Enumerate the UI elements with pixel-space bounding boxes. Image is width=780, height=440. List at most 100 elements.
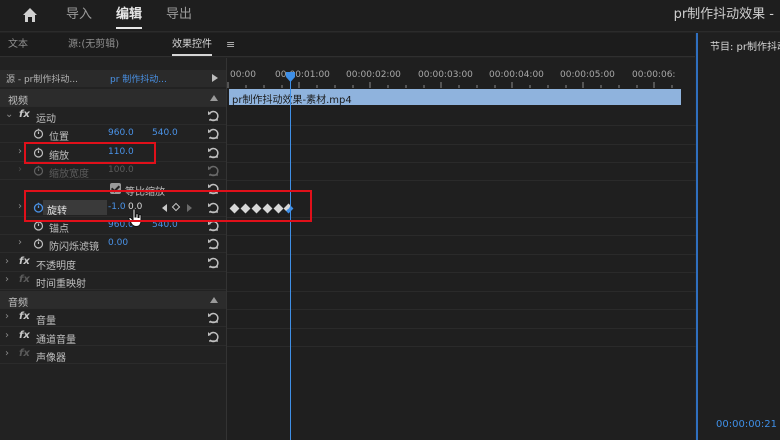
anchor-label: 锚点 bbox=[49, 224, 69, 235]
rotation-highlight-box bbox=[24, 190, 312, 222]
anti-flicker-property-row: › 防闪烁滤镜 0.00 bbox=[0, 235, 226, 253]
nav-export[interactable]: 导出 bbox=[166, 0, 192, 32]
time-remap-label: 时间重映射 bbox=[36, 279, 86, 290]
effect-timeline: 00:00 00:00:01:00 00:00:02:00 00:00:03:0… bbox=[226, 58, 696, 440]
ruler-tick-label: 00:00:06: bbox=[632, 70, 676, 80]
reset-icon[interactable] bbox=[207, 109, 220, 122]
motion-label: 运动 bbox=[36, 114, 56, 125]
reset-icon[interactable] bbox=[207, 256, 220, 269]
chevron-right-icon[interactable]: › bbox=[5, 348, 9, 359]
reset-icon[interactable] bbox=[207, 330, 220, 343]
track-separator bbox=[227, 309, 696, 310]
panner-label: 声像器 bbox=[36, 353, 66, 364]
stopwatch-icon[interactable] bbox=[33, 128, 44, 139]
ruler-tick-label: 00:00:03:00 bbox=[418, 70, 473, 80]
source-dropdown[interactable]: 源 - pr制作抖动... bbox=[6, 72, 78, 85]
nav-edit[interactable]: 编辑 bbox=[116, 0, 143, 32]
audio-header-label: 音频 bbox=[8, 298, 28, 309]
video-header-label: 视频 bbox=[8, 96, 28, 107]
chevron-right-icon[interactable]: › bbox=[18, 146, 22, 157]
position-x-value[interactable]: 960.0 bbox=[108, 128, 134, 138]
effect-controls-list: 源 - pr制作抖动... pr 制作抖动... 视频 ⌄ fx 运动 位置 9… bbox=[0, 58, 226, 440]
playhead-icon[interactable] bbox=[285, 72, 296, 82]
scale-highlight-box bbox=[24, 142, 156, 164]
chevron-right-icon[interactable]: › bbox=[5, 274, 9, 285]
video-section-header: 视频 bbox=[0, 89, 226, 107]
volume-effect-row[interactable]: › fx 音量 bbox=[0, 309, 226, 327]
fx-badge-icon[interactable]: fx bbox=[19, 256, 30, 267]
track-separator bbox=[227, 162, 696, 163]
position-label: 位置 bbox=[49, 132, 69, 143]
tab-effect-controls[interactable]: 效果控件 bbox=[172, 33, 212, 57]
ruler-tick-label: 00:00:01:00 bbox=[275, 70, 330, 80]
fx-badge-icon: fx bbox=[19, 348, 30, 359]
motion-effect-row[interactable]: ⌄ fx 运动 bbox=[0, 107, 226, 125]
audio-section-header: 音频 bbox=[0, 291, 226, 309]
track-separator bbox=[227, 254, 696, 255]
chevron-down-icon[interactable]: ⌄ bbox=[5, 109, 13, 120]
tab-text[interactable]: 文本 bbox=[8, 33, 28, 57]
chevron-right-icon: › bbox=[18, 164, 22, 175]
reset-icon bbox=[208, 165, 219, 177]
reset-icon[interactable] bbox=[207, 146, 220, 159]
scale-width-value: 100.0 bbox=[108, 165, 134, 175]
chevron-right-icon[interactable]: › bbox=[5, 330, 9, 341]
source-sequence-row: 源 - pr制作抖动... pr 制作抖动... bbox=[0, 70, 226, 87]
panel-menu-icon[interactable]: ≡ bbox=[226, 38, 235, 51]
playhead-line bbox=[290, 78, 291, 440]
track-separator bbox=[227, 180, 696, 181]
scale-width-property-row: › 缩放宽度 100.0 bbox=[0, 162, 226, 180]
track-separator bbox=[227, 291, 696, 292]
channel-volume-label: 通道音量 bbox=[36, 335, 76, 346]
anti-flicker-value[interactable]: 0.00 bbox=[108, 238, 128, 248]
scale-width-label: 缩放宽度 bbox=[49, 169, 89, 180]
track-separator bbox=[227, 235, 696, 236]
channel-volume-effect-row[interactable]: › fx 通道音量 bbox=[0, 328, 226, 346]
opacity-label: 不透明度 bbox=[36, 261, 76, 272]
anti-flicker-label: 防闪烁滤镜 bbox=[49, 242, 99, 253]
position-y-value[interactable]: 540.0 bbox=[152, 128, 178, 138]
program-monitor: 节目: pr制作抖动 00:00:00:21 bbox=[696, 33, 780, 440]
play-only-icon[interactable] bbox=[212, 74, 218, 82]
clip-name: pr制作抖动效果-素材.mp4 bbox=[232, 95, 352, 106]
app-title: pr制作抖动效果 - bbox=[673, 7, 774, 22]
collapse-up-icon[interactable] bbox=[210, 297, 218, 303]
fx-badge-icon[interactable]: fx bbox=[19, 330, 30, 341]
top-menu-bar: 导入 编辑 导出 pr制作抖动效果 - bbox=[0, 0, 780, 32]
fx-badge-icon[interactable]: fx bbox=[19, 109, 30, 120]
reset-icon[interactable] bbox=[207, 127, 220, 140]
ruler-tick-label: 00:00 bbox=[230, 70, 256, 80]
chevron-right-icon[interactable]: › bbox=[18, 201, 22, 212]
sequence-dropdown[interactable]: pr 制作抖动... bbox=[110, 72, 167, 85]
opacity-effect-row[interactable]: › fx 不透明度 bbox=[0, 254, 226, 272]
nav-import[interactable]: 导入 bbox=[66, 0, 92, 32]
timeline-clip[interactable]: pr制作抖动效果-素材.mp4 bbox=[229, 89, 681, 106]
chevron-right-icon[interactable]: › bbox=[5, 256, 9, 267]
tab-source[interactable]: 源:(无剪辑) bbox=[68, 33, 119, 57]
panel-tab-row: 文本 源:(无剪辑) 效果控件 ≡ bbox=[0, 33, 695, 57]
fx-badge-icon: fx bbox=[19, 274, 30, 285]
fx-badge-icon[interactable]: fx bbox=[19, 311, 30, 322]
ruler-ticks bbox=[227, 82, 673, 88]
track-separator bbox=[227, 272, 696, 273]
panner-effect-row[interactable]: › fx 声像器 bbox=[0, 346, 226, 364]
ruler-tick-label: 00:00:04:00 bbox=[489, 70, 544, 80]
program-monitor-title: 节目: pr制作抖动 bbox=[710, 42, 780, 53]
volume-label: 音量 bbox=[36, 316, 56, 327]
track-separator bbox=[227, 125, 696, 126]
chevron-right-icon[interactable]: › bbox=[5, 311, 9, 322]
time-ruler[interactable]: 00:00 00:00:01:00 00:00:02:00 00:00:03:0… bbox=[227, 70, 696, 88]
program-timecode[interactable]: 00:00:00:21 bbox=[716, 419, 777, 430]
time-remap-effect-row[interactable]: › fx 时间重映射 bbox=[0, 272, 226, 290]
home-icon[interactable] bbox=[22, 7, 38, 23]
ruler-tick-label: 00:00:02:00 bbox=[346, 70, 401, 80]
chevron-right-icon[interactable]: › bbox=[18, 237, 22, 248]
position-property-row: 位置 960.0 540.0 bbox=[0, 125, 226, 143]
ruler-tick-label: 00:00:05:00 bbox=[560, 70, 615, 80]
reset-icon[interactable] bbox=[207, 237, 220, 250]
stopwatch-icon[interactable] bbox=[33, 238, 44, 249]
track-separator bbox=[227, 144, 696, 145]
track-separator bbox=[227, 346, 696, 347]
reset-icon[interactable] bbox=[207, 311, 220, 324]
collapse-up-icon[interactable] bbox=[210, 95, 218, 101]
